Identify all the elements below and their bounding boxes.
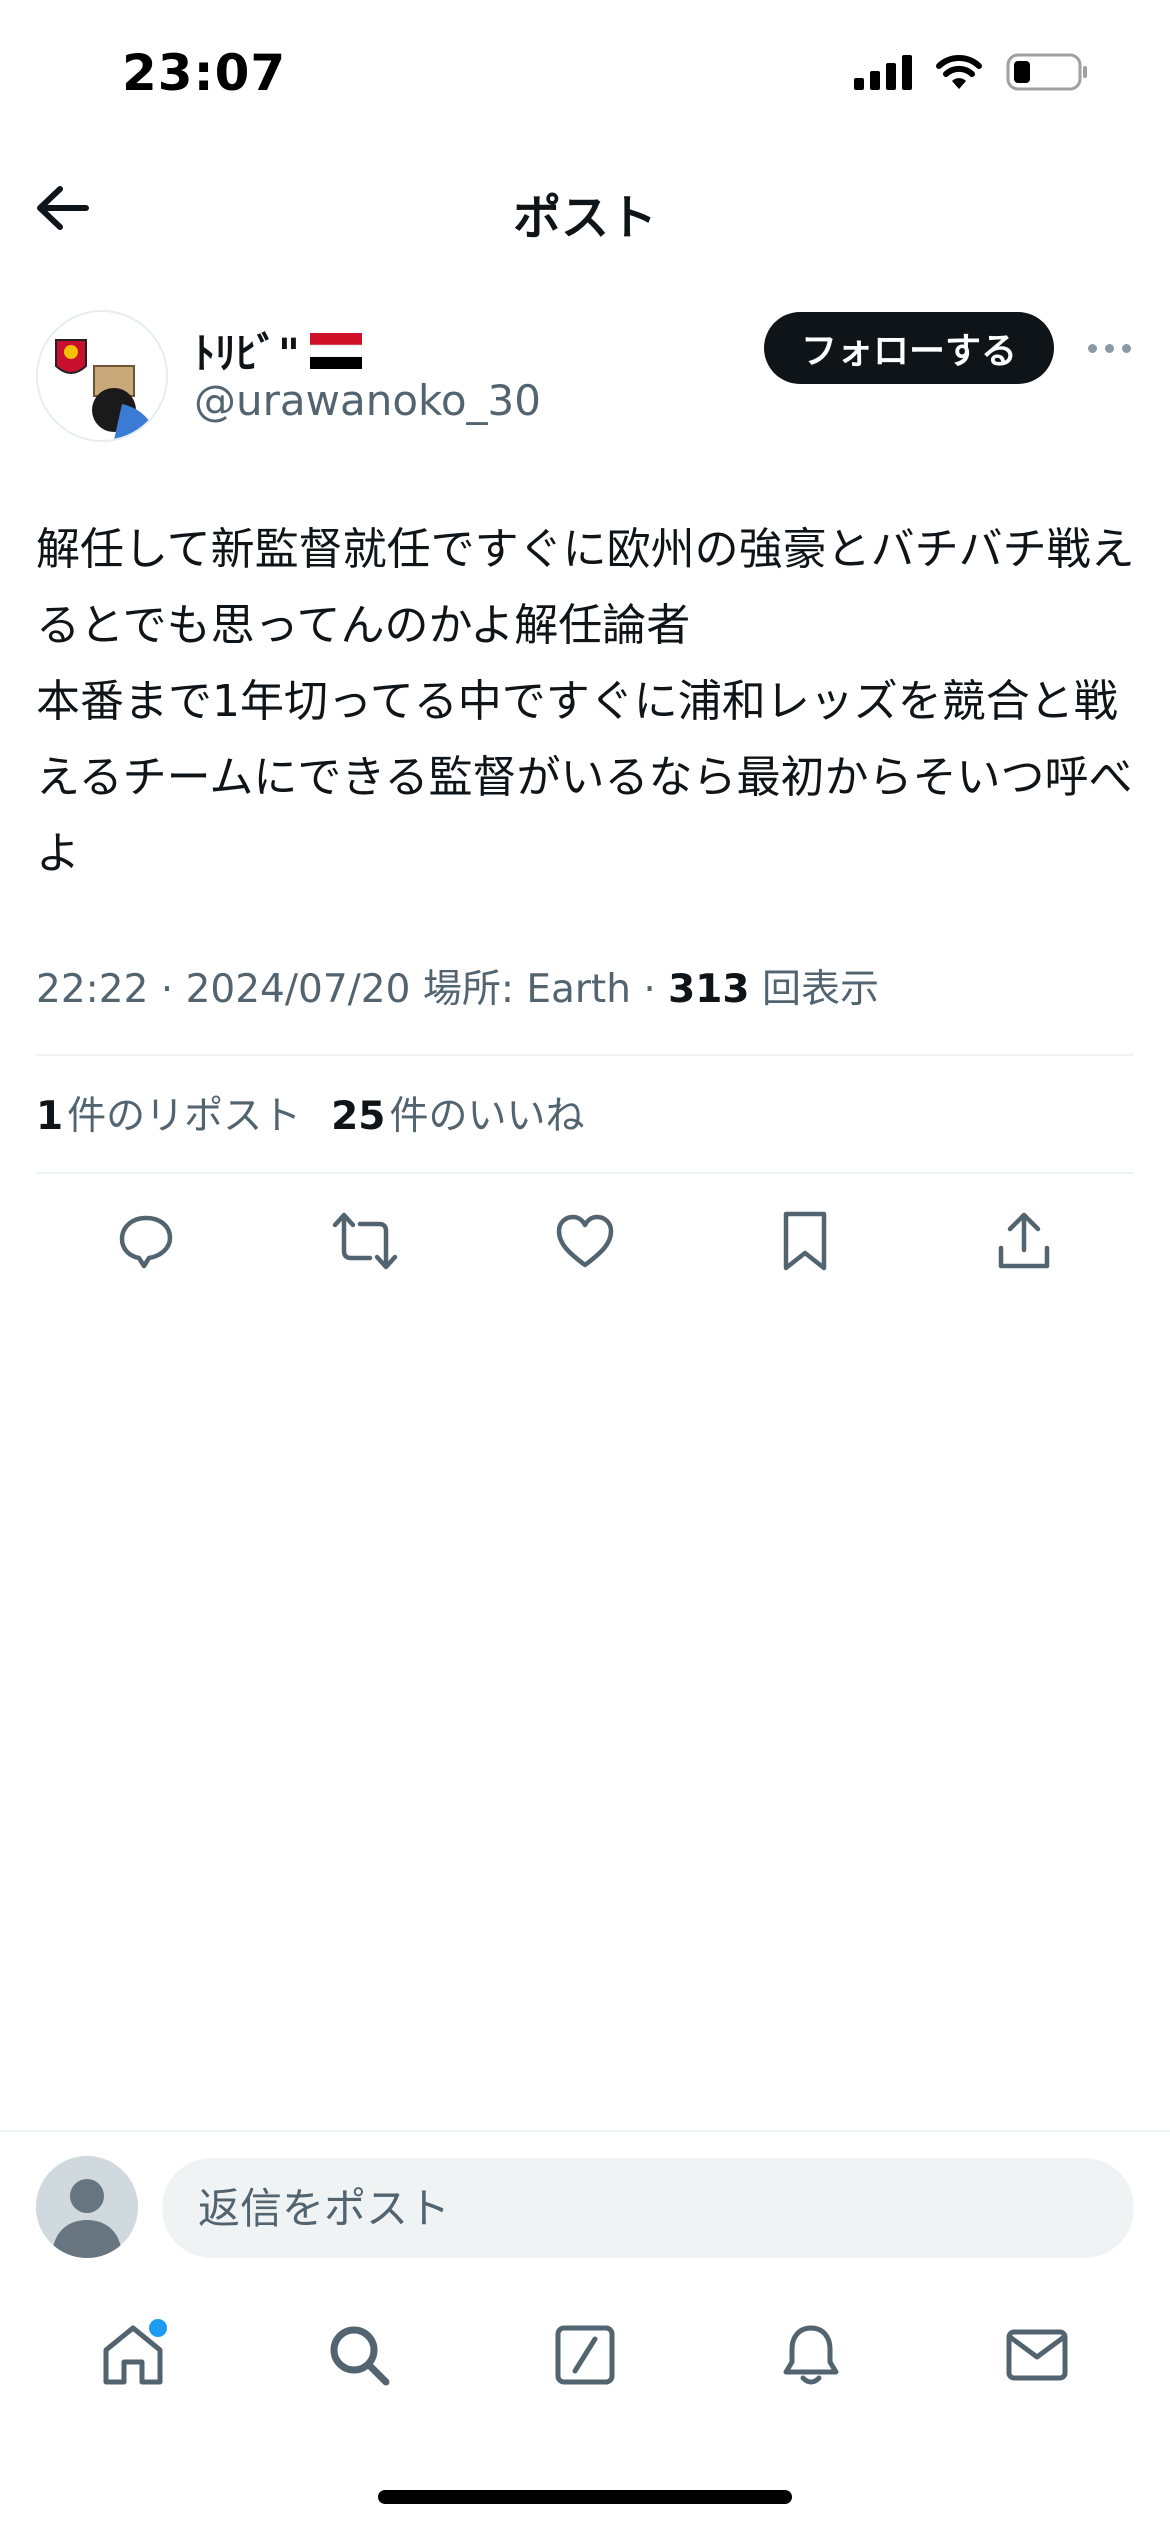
post-meta: 22:22 · 2024/07/20 場所: Earth · 313 回表示 bbox=[36, 958, 879, 1014]
repost-icon bbox=[333, 1212, 398, 1270]
tab-notifications[interactable] bbox=[761, 2305, 861, 2405]
post-date: 2024/07/20 bbox=[185, 967, 411, 1012]
tab-grok[interactable] bbox=[535, 2305, 635, 2405]
tab-home[interactable] bbox=[83, 2305, 183, 2405]
flag-icon bbox=[309, 332, 362, 369]
comment-icon bbox=[119, 1215, 173, 1269]
reply-composer bbox=[0, 2130, 1170, 2260]
bottom-tab-bar bbox=[0, 2300, 1170, 2410]
author-handle[interactable]: @urawanoko_30 bbox=[194, 376, 541, 425]
reply-button[interactable] bbox=[106, 1201, 186, 1281]
post-text: 解任して新監督就任ですぐに欧州の強豪とバチバチ戦えるとでも思ってんのかよ解任論者… bbox=[36, 524, 1135, 879]
tab-messages[interactable] bbox=[987, 2305, 1087, 2405]
more-dot bbox=[1104, 343, 1114, 353]
my-avatar[interactable] bbox=[36, 2156, 138, 2258]
status-time: 23:07 bbox=[122, 44, 287, 102]
divider bbox=[36, 1172, 1134, 1174]
avatar[interactable] bbox=[36, 310, 168, 442]
battery-icon bbox=[1006, 53, 1087, 91]
search-icon bbox=[330, 2326, 390, 2386]
post-author: ﾄﾘﾋﾞ" @urawanoko_30 フォローする bbox=[36, 308, 1136, 448]
page-title: ポスト bbox=[512, 190, 657, 246]
slash-square-icon bbox=[555, 2325, 615, 2385]
wifi-icon bbox=[936, 55, 982, 89]
follow-button[interactable]: フォローする bbox=[764, 312, 1054, 384]
heart-icon bbox=[556, 1214, 614, 1268]
home-indicator[interactable] bbox=[378, 2490, 792, 2504]
like-count: 25 bbox=[331, 1094, 386, 1139]
repost-count-label: 件のリポスト bbox=[67, 1094, 302, 1139]
bell-icon bbox=[783, 2325, 839, 2385]
more-dot bbox=[1087, 343, 1097, 353]
post-location: 場所: Earth bbox=[422, 967, 631, 1012]
bookmark-button[interactable] bbox=[765, 1201, 845, 1281]
separator-dot: · bbox=[630, 967, 669, 1012]
author-display-name[interactable]: ﾄﾘﾋﾞ" bbox=[194, 320, 362, 381]
divider bbox=[36, 1054, 1134, 1056]
separator-dot: · bbox=[148, 967, 186, 1012]
reply-input[interactable] bbox=[162, 2158, 1134, 2258]
like-stat[interactable]: 25 件のいいね bbox=[331, 1085, 584, 1141]
post-actions bbox=[36, 1196, 1134, 1286]
view-count-label[interactable]: 回表示 bbox=[762, 958, 879, 1014]
status-bar: 23:07 bbox=[0, 0, 1170, 150]
repost-count: 1 bbox=[36, 1094, 64, 1139]
default-avatar-icon bbox=[36, 2156, 138, 2258]
post-stats: 1 件のリポスト 25 件のいいね bbox=[36, 1085, 584, 1141]
home-notification-dot bbox=[149, 2319, 167, 2337]
bookmark-icon bbox=[783, 1211, 826, 1271]
view-count[interactable]: 313 bbox=[668, 967, 749, 1012]
like-count-label: 件のいいね bbox=[389, 1094, 585, 1139]
status-icons bbox=[854, 52, 1090, 92]
repost-stat[interactable]: 1 件のリポスト bbox=[36, 1085, 301, 1141]
avatar-image bbox=[38, 312, 166, 440]
display-name-text: ﾄﾘﾋﾞ" bbox=[194, 329, 300, 378]
more-options-button[interactable] bbox=[1082, 328, 1136, 368]
share-button[interactable] bbox=[984, 1201, 1064, 1281]
like-button[interactable] bbox=[545, 1201, 625, 1281]
repost-button[interactable] bbox=[325, 1201, 405, 1281]
tab-search[interactable] bbox=[309, 2305, 409, 2405]
cellular-signal-icon bbox=[854, 54, 912, 90]
top-nav-bar: ポスト bbox=[0, 150, 1170, 264]
more-dot bbox=[1121, 343, 1131, 353]
mail-icon bbox=[1006, 2329, 1068, 2381]
share-icon bbox=[998, 1212, 1050, 1269]
post-time: 22:22 bbox=[36, 967, 149, 1012]
